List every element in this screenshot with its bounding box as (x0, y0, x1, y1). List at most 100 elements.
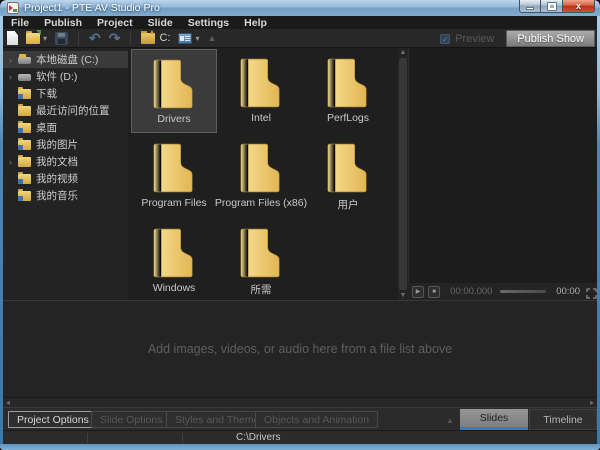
publish-show-button[interactable]: Publish Show (506, 30, 595, 47)
maximize-button[interactable] (541, 0, 563, 13)
menu-help[interactable]: Help (244, 17, 267, 29)
folder-icon (18, 106, 31, 116)
preview-check-icon: ✓ (440, 34, 450, 44)
close-button[interactable]: x (563, 0, 595, 13)
tree-item-label: 我的视频 (36, 171, 78, 186)
folder-icon (152, 58, 196, 110)
redo-button[interactable]: ↷ (109, 30, 121, 46)
open-project-button[interactable]: ▾ (26, 30, 47, 46)
tree-item-label: 下载 (36, 86, 57, 101)
vertical-scrollbar[interactable]: ▲ ▼ (398, 48, 408, 300)
window-title: Project1 - PTE AV Studio Pro (24, 2, 160, 14)
folder-tile-windows[interactable]: Windows (131, 219, 217, 303)
window-border-bottom (0, 444, 600, 450)
folder-icon (18, 89, 31, 99)
folder-tile-drivers[interactable]: Drivers (131, 49, 217, 133)
preview-panel (408, 48, 597, 283)
tab-timeline[interactable]: Timeline (529, 409, 597, 430)
menu-settings[interactable]: Settings (188, 17, 229, 29)
slide-options-button[interactable]: Slide Options (91, 411, 171, 428)
expand-caret-icon[interactable]: › (9, 55, 18, 65)
close-icon: x (576, 1, 581, 11)
folder-tile-program-files[interactable]: Program Files (131, 134, 217, 218)
total-time: 00:00 (556, 286, 580, 297)
tab-slides[interactable]: Slides (460, 409, 528, 430)
folder-name: Program Files (x86) (215, 197, 307, 209)
title-bar[interactable]: Project1 - PTE AV Studio Pro x (0, 0, 600, 16)
tree-item-my-pictures[interactable]: 我的图片 (3, 136, 128, 153)
slide-list-area[interactable]: Add images, videos, or audio here from a… (3, 300, 597, 397)
new-project-button[interactable] (7, 30, 18, 46)
redo-icon: ↷ (109, 32, 121, 45)
scroll-down-icon[interactable]: ▼ (398, 292, 408, 299)
stop-button[interactable]: ■ (428, 286, 440, 298)
folder-name: Drivers (157, 113, 190, 125)
save-button[interactable] (55, 30, 68, 46)
current-time: 00:00.000 (450, 286, 492, 297)
folder-name: PerfLogs (327, 112, 369, 124)
tree-item-my-documents[interactable]: › 我的文档 (3, 153, 128, 170)
folder-tile-intel[interactable]: Intel (218, 49, 304, 133)
tree-item-label: 本地磁盘 (C:) (36, 52, 98, 67)
tree-item-downloads[interactable]: 下载 (3, 85, 128, 102)
folder-icon (18, 140, 31, 150)
objects-and-animation-button[interactable]: Objects and Animation (255, 411, 378, 428)
toolbar-separator (130, 32, 131, 45)
expand-caret-icon[interactable]: › (9, 72, 18, 82)
preview-button[interactable]: ✓ Preview (440, 33, 494, 45)
scrollbar-thumb[interactable] (399, 58, 407, 290)
folder-up-button[interactable]: ▲ (208, 30, 217, 46)
minimize-icon (526, 7, 534, 10)
status-separator (182, 433, 183, 443)
tree-item-desktop[interactable]: 桌面 (3, 119, 128, 136)
tree-item-recent-places[interactable]: 最近访问的位置 (3, 102, 128, 119)
folder-name: 用户 (338, 197, 359, 212)
folder-tile-program-files-x86[interactable]: Program Files (x86) (218, 134, 304, 218)
tree-item-drive-d[interactable]: › 软件 (D:) (3, 68, 128, 85)
folder-icon (326, 57, 370, 109)
drive-selector[interactable]: C: (141, 30, 170, 46)
folder-tile-users[interactable]: 用户 (305, 134, 391, 218)
menu-slide[interactable]: Slide (148, 17, 173, 29)
seek-slider[interactable] (500, 290, 546, 293)
maximize-icon (548, 3, 556, 10)
toolbar-separator (78, 32, 79, 45)
fullscreen-icon (586, 288, 597, 299)
tree-item-label: 我的文档 (36, 154, 78, 169)
menu-publish[interactable]: Publish (44, 17, 82, 29)
tree-item-label: 我的音乐 (36, 188, 78, 203)
tree-item-my-videos[interactable]: 我的视频 (3, 170, 128, 187)
folder-tile-perflogs[interactable]: PerfLogs (305, 49, 391, 133)
save-icon (55, 32, 68, 45)
drive-icon (18, 74, 31, 81)
open-dropdown-caret-icon[interactable]: ▾ (43, 34, 47, 43)
minimize-button[interactable] (519, 0, 541, 13)
up-arrow-icon: ▲ (208, 33, 217, 43)
toolbar: ▾ ↶ ↷ C: ▾ ▲ ✓ Preview Publish Show (3, 29, 597, 48)
folder-icon (239, 57, 283, 109)
folder-icon (18, 123, 31, 133)
fullscreen-button[interactable] (586, 286, 597, 297)
drive-label: C: (159, 32, 170, 44)
scroll-up-icon[interactable]: ▲ (398, 49, 408, 56)
tree-item-local-disk-c[interactable]: › 本地磁盘 (C:) (3, 51, 128, 68)
project-options-button[interactable]: Project Options (8, 411, 98, 428)
undo-button[interactable]: ↶ (89, 30, 101, 46)
open-folder-icon (26, 33, 40, 44)
file-browser: Drivers Intel PerfLogs Program Files Pro… (128, 48, 398, 300)
menu-project[interactable]: Project (97, 17, 133, 29)
horizontal-scrollbar[interactable]: ◂ ▸ (3, 397, 597, 407)
folder-icon (18, 174, 31, 184)
view-mode-button[interactable]: ▾ (178, 30, 199, 46)
new-document-icon (7, 31, 18, 45)
menu-file[interactable]: File (11, 17, 29, 29)
app-window: Project1 - PTE AV Studio Pro x File Publ… (0, 0, 600, 450)
tree-item-my-music[interactable]: 我的音乐 (3, 187, 128, 204)
play-button[interactable]: ▶ (412, 286, 424, 298)
view-mode-caret-icon[interactable]: ▾ (195, 34, 199, 43)
tree-item-label: 我的图片 (36, 137, 78, 152)
expand-caret-icon[interactable]: › (9, 157, 18, 167)
folder-tile-suoxu[interactable]: 所需 (218, 219, 304, 303)
preview-label: Preview (455, 33, 494, 45)
collapse-panel-icon[interactable]: ▲ (446, 416, 454, 425)
